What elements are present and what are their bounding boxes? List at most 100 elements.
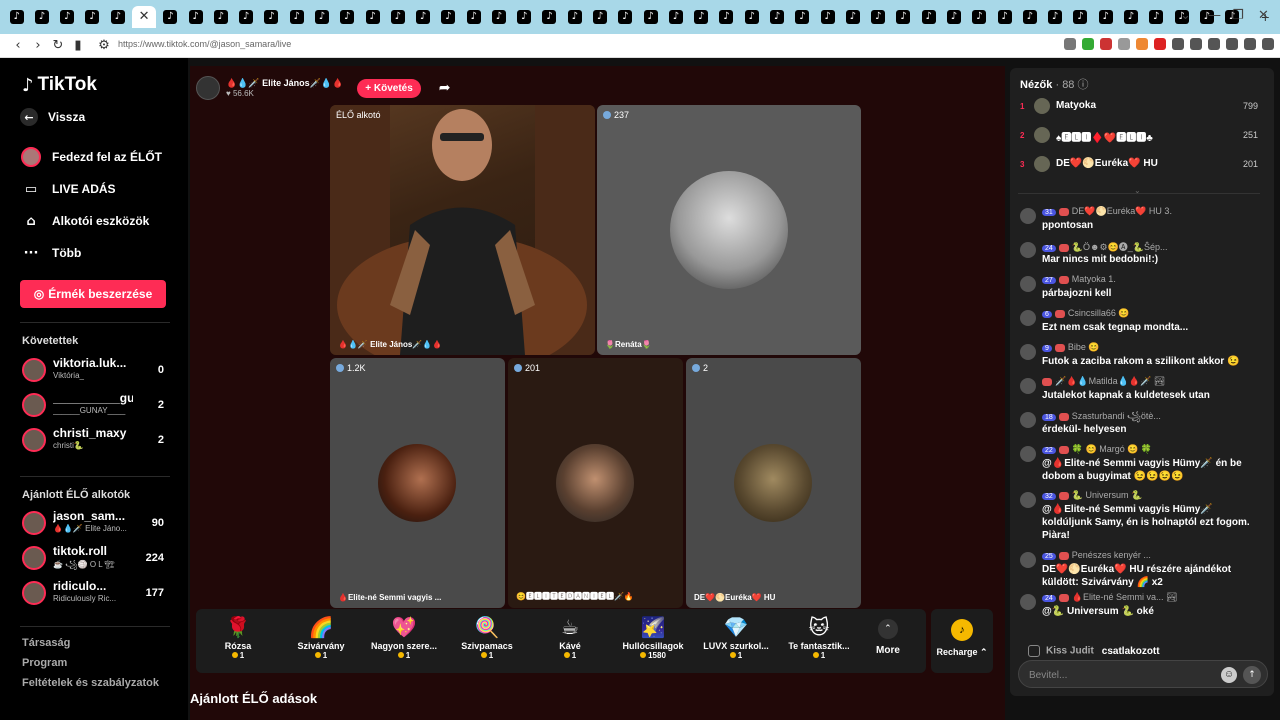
site-settings-icon[interactable]: ⚙ xyxy=(94,38,114,53)
user-avatar[interactable] xyxy=(1020,412,1036,428)
gift-item[interactable]: 💎 LUVX szurkol... 1 xyxy=(696,609,776,673)
browser-tab[interactable]: ♪ xyxy=(82,6,103,28)
recommended-account[interactable]: ridiculo... Ridiculously Ric... 177 xyxy=(20,579,170,611)
top-viewer-row[interactable]: 3 DE❤️🌕Euréka❤️ HU 201 xyxy=(1020,156,1264,176)
nav-live-broadcast[interactable]: ▭ LIVE ADÁS xyxy=(20,178,116,200)
user-avatar[interactable] xyxy=(1020,276,1036,292)
sidebar-icon[interactable] xyxy=(1208,38,1220,50)
active-tab[interactable]: ✕ xyxy=(132,6,156,28)
follow-button[interactable]: + Követés xyxy=(357,78,421,98)
browser-tab[interactable]: ♪ xyxy=(488,6,509,28)
browser-tab[interactable]: ♪ xyxy=(1044,6,1065,28)
browser-tab[interactable]: ♪ xyxy=(1095,6,1116,28)
browser-tab[interactable]: ♪ xyxy=(1146,6,1167,28)
browser-tab[interactable]: ♪ xyxy=(893,6,914,28)
user-avatar[interactable] xyxy=(1020,492,1036,508)
browser-tab[interactable]: ♪ xyxy=(337,6,358,28)
forward-arrow-icon[interactable]: › xyxy=(28,38,48,53)
tab-close-icon[interactable]: ✕ xyxy=(137,10,151,24)
info-icon[interactable]: ⓘ xyxy=(1078,79,1089,91)
guest-tile-2[interactable]: 1.2K 🩸Elite-né Semmi vagyis ... xyxy=(330,358,505,608)
guest-tile-4[interactable]: 2 DE❤️🌕Euréka❤️ HU xyxy=(686,358,861,608)
gift-item[interactable]: 🍭 Szivpamacs 1 xyxy=(447,609,527,673)
emoji-icon[interactable]: ☺ xyxy=(1221,667,1237,683)
user-avatar[interactable] xyxy=(1020,446,1036,462)
gift-item[interactable]: ☕ Kávé 1 xyxy=(530,609,610,673)
user-avatar[interactable] xyxy=(1020,344,1036,360)
username[interactable]: Csincsilla66 😊 xyxy=(1068,308,1130,318)
username[interactable]: Matyoka 1. xyxy=(1072,274,1116,284)
browser-tab[interactable]: ♪ xyxy=(438,6,459,28)
browser-tab[interactable]: ♪ xyxy=(412,6,433,28)
browser-tab[interactable]: ♪ xyxy=(1019,6,1040,28)
browser-tab[interactable]: ♪ xyxy=(463,6,484,28)
footer-link-program[interactable]: Program xyxy=(22,657,67,669)
browser-tab[interactable]: ♪ xyxy=(640,6,661,28)
menu-icon[interactable] xyxy=(1262,38,1274,50)
browser-tab[interactable]: ♪ xyxy=(969,6,990,28)
user-avatar[interactable] xyxy=(1020,552,1036,568)
username[interactable]: 🐍 Universum 🐍 xyxy=(1072,490,1142,500)
browser-tab[interactable]: ♪ xyxy=(6,6,27,28)
user-avatar[interactable] xyxy=(1020,208,1036,224)
minimize-icon[interactable]: — xyxy=(1208,8,1221,23)
back-arrow-icon[interactable]: ‹ xyxy=(8,38,28,53)
host-avatar[interactable] xyxy=(196,76,220,100)
viewers-header[interactable]: Nézők · 88 ⓘ xyxy=(1020,76,1089,92)
browser-tab[interactable]: ♪ xyxy=(615,6,636,28)
browser-tab[interactable]: ♪ xyxy=(362,6,383,28)
music-icon[interactable] xyxy=(1190,38,1202,50)
back-button[interactable]: ← Vissza xyxy=(20,108,85,126)
more-gifts-button[interactable]: ⌃ More xyxy=(876,619,900,656)
browser-tab[interactable]: ♪ xyxy=(868,6,889,28)
shield-icon[interactable] xyxy=(1082,38,1094,50)
browser-tab[interactable]: ♪ xyxy=(514,6,535,28)
user-avatar[interactable] xyxy=(1020,378,1036,394)
browser-tab[interactable]: ♪ xyxy=(564,6,585,28)
share-icon[interactable]: ➦ xyxy=(439,80,451,96)
browser-tab[interactable]: ♪ xyxy=(160,6,181,28)
username[interactable]: Bibe 😊 xyxy=(1068,342,1100,352)
browser-tab[interactable]: ♪ xyxy=(107,6,128,28)
browser-tab[interactable]: ♪ xyxy=(741,6,762,28)
browser-tab[interactable]: ♪ xyxy=(842,6,863,28)
zoom-icon[interactable] xyxy=(1064,38,1076,50)
get-coins-button[interactable]: ◎ Érmék beszerzése xyxy=(20,280,166,308)
recommended-account[interactable]: jason_sam... 🩸💧🗡️ Elite Jáno... 90 xyxy=(20,509,170,541)
username[interactable]: Szasturbandi ꧁ötè... xyxy=(1072,411,1161,421)
puzzle-icon[interactable] xyxy=(1172,38,1184,50)
url-text[interactable]: https://www.tiktok.com/@jason_samara/liv… xyxy=(118,39,291,49)
host-name[interactable]: 🩸💧🗡️ Elite János🗡️💧🩸 xyxy=(226,78,343,89)
profile-icon[interactable] xyxy=(1244,38,1256,50)
reload-icon[interactable]: ↻ xyxy=(48,38,68,53)
top-viewer-row[interactable]: 2 ♠🅴🅻🅸♦️❤️🅴🅻🅸♣ 251 xyxy=(1020,127,1264,147)
browser-tab[interactable]: ♪ xyxy=(235,6,256,28)
colorful-extension-icon[interactable] xyxy=(1136,38,1148,50)
maximize-icon[interactable]: ❐ xyxy=(1232,8,1244,23)
guest-tile-1[interactable]: 237 🌷Renáta🌷 xyxy=(597,105,861,355)
username[interactable]: 🩸Elite-né Semmi va... 🏞 xyxy=(1072,592,1178,602)
guest-tile-3[interactable]: 201 😊🅴🅻🅸🆃🅴🅳🅰🅽🅸🅴🅻🗡️🔥 xyxy=(508,358,683,608)
browser-tab[interactable]: ♪ xyxy=(792,6,813,28)
browser-tab[interactable]: ♪ xyxy=(716,6,737,28)
gift-item[interactable]: 💖 Nagyon szere... 1 xyxy=(364,609,444,673)
browser-tab[interactable]: ♪ xyxy=(185,6,206,28)
browser-tab[interactable]: ♪ xyxy=(286,6,307,28)
browser-tab[interactable]: ♪ xyxy=(210,6,231,28)
browser-tab[interactable]: ♪ xyxy=(539,6,560,28)
browser-tab[interactable]: ♪ xyxy=(589,6,610,28)
main-host-video[interactable]: ÉLŐ alkotó 🩸💧🗡️ Elite János🗡️💧🩸 xyxy=(330,105,595,355)
close-window-icon[interactable]: ✕ xyxy=(1258,8,1269,23)
his-extension-icon[interactable] xyxy=(1154,38,1166,50)
alert-icon[interactable] xyxy=(1100,38,1112,50)
user-avatar[interactable] xyxy=(1020,594,1036,610)
nav-creator-tools[interactable]: ⌂ Alkotói eszközök xyxy=(20,210,149,232)
nav-explore-live[interactable]: Fedezd fel az ÉLŐT xyxy=(20,146,162,168)
username[interactable]: 🍀 😊 Margó 😊 🍀 xyxy=(1072,444,1152,454)
top-viewer-row[interactable]: 1 Matyoka 799 xyxy=(1020,98,1264,118)
recharge-button[interactable]: ♪ Recharge ⌃ xyxy=(931,609,993,673)
browser-tab[interactable]: ♪ xyxy=(261,6,282,28)
tiktok-logo[interactable]: ♪ TikTok xyxy=(22,74,97,96)
username[interactable]: DE❤️🌕Euréka❤️ HU 3. xyxy=(1072,206,1172,216)
username[interactable]: Penészes kenyér ... xyxy=(1072,550,1151,560)
